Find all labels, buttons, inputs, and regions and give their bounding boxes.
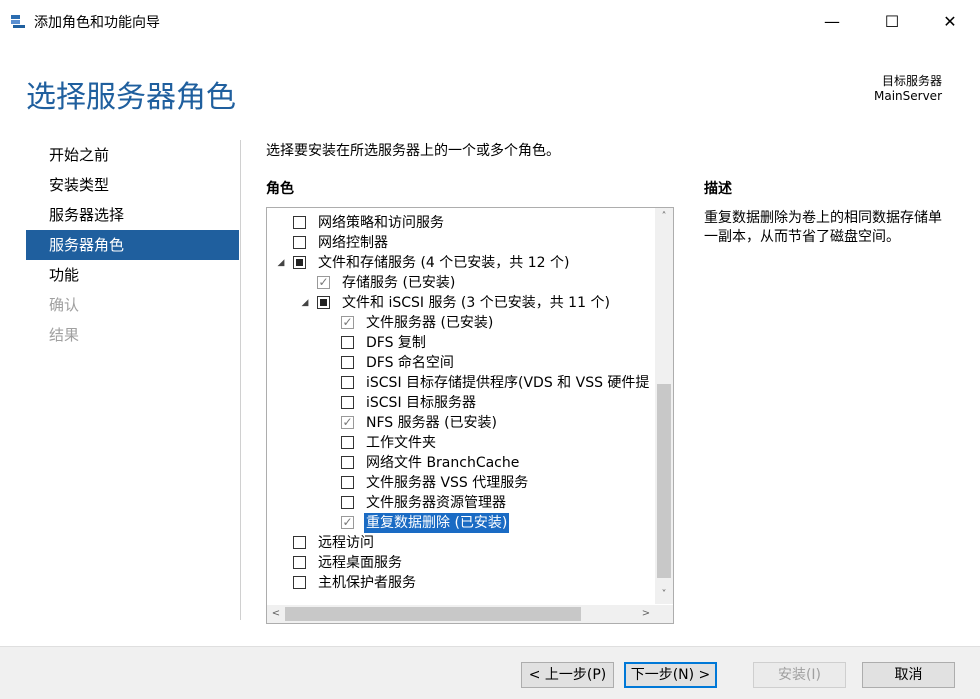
role-label: 网络控制器 xyxy=(318,235,388,251)
expander-icon[interactable]: ◢ xyxy=(299,293,311,313)
server-manager-icon xyxy=(11,15,25,28)
role-row[interactable]: ✓ NFS 服务器 (已安装) xyxy=(267,413,655,433)
scroll-down-icon[interactable]: ˅ xyxy=(655,586,673,604)
instruction-text: 选择要安装在所选服务器上的一个或多个角色。 xyxy=(266,143,560,159)
vertical-scrollbar[interactable]: ˄ ˅ xyxy=(655,208,673,604)
role-row[interactable]: ✓ 文件服务器 (已安装) xyxy=(267,313,655,333)
scroll-right-icon[interactable]: > xyxy=(637,605,655,623)
role-label: 文件服务器 (已安装) xyxy=(366,315,494,331)
role-label: 文件服务器 VSS 代理服务 xyxy=(366,475,529,491)
description-header: 描述 xyxy=(704,181,732,197)
role-checkbox[interactable] xyxy=(341,456,354,469)
role-row[interactable]: iSCSI 目标服务器 xyxy=(267,393,655,413)
page-title: 选择服务器角色 xyxy=(26,80,236,115)
title-bar: 添加角色和功能向导 — ☐ ✕ xyxy=(0,0,980,44)
role-label: 文件和 iSCSI 服务 (3 个已安装，共 11 个) xyxy=(342,295,610,311)
role-checkbox[interactable] xyxy=(293,556,306,569)
role-label: iSCSI 目标存储提供程序(VDS 和 VSS 硬件提 xyxy=(366,375,650,391)
role-row[interactable]: ◢ 文件和 iSCSI 服务 (3 个已安装，共 11 个) xyxy=(267,293,655,313)
expander-icon[interactable]: ◢ xyxy=(275,253,287,273)
role-row[interactable]: DFS 复制 xyxy=(267,333,655,353)
role-label: 网络文件 BranchCache xyxy=(366,455,520,471)
next-button[interactable]: 下一步(N) > xyxy=(624,662,717,688)
role-checkbox[interactable] xyxy=(293,536,306,549)
role-row[interactable]: 主机保护者服务 xyxy=(267,573,655,593)
role-checkbox[interactable]: ✓ xyxy=(341,416,354,429)
target-server-value: MainServer xyxy=(874,89,942,103)
footer-bar: < 上一步(P) 下一步(N) > 安装(I) 取消 xyxy=(0,646,980,699)
role-checkbox[interactable] xyxy=(341,496,354,509)
role-label: 远程访问 xyxy=(318,535,374,551)
role-checkbox[interactable]: ✓ xyxy=(317,276,330,289)
role-label: 重复数据删除 (已安装) xyxy=(364,513,510,533)
role-checkbox[interactable] xyxy=(341,356,354,369)
role-label: 主机保护者服务 xyxy=(318,575,416,591)
role-checkbox[interactable] xyxy=(341,436,354,449)
horizontal-scrollbar[interactable]: < > xyxy=(267,605,655,623)
role-row[interactable]: 远程桌面服务 xyxy=(267,553,655,573)
role-label: 文件服务器资源管理器 xyxy=(366,495,506,511)
install-button[interactable]: 安装(I) xyxy=(753,662,846,688)
nav-item: 结果 xyxy=(49,326,80,344)
scroll-corner xyxy=(655,605,673,623)
role-row[interactable]: DFS 命名空间 xyxy=(267,353,655,373)
roles-header: 角色 xyxy=(266,181,294,197)
maximize-button[interactable]: ☐ xyxy=(870,8,914,36)
role-row[interactable]: 网络策略和访问服务 xyxy=(267,213,655,233)
role-checkbox[interactable] xyxy=(341,336,354,349)
role-label: NFS 服务器 (已安装) xyxy=(366,415,497,431)
nav-item[interactable]: 服务器选择 xyxy=(26,200,239,230)
target-server-label: 目标服务器 xyxy=(881,74,942,88)
role-row[interactable]: ◢ 文件和存储服务 (4 个已安装，共 12 个) xyxy=(267,253,655,273)
role-label: DFS 复制 xyxy=(366,335,426,351)
cancel-button[interactable]: 取消 xyxy=(862,662,955,688)
roles-tree[interactable]: 主机保护者服务 远程桌面服务 远程访问 ✓ 重复数据删除 (已安装) 文件服务器资源管理器… xyxy=(266,207,674,624)
nav-item[interactable]: 开始之前 xyxy=(26,140,239,170)
scroll-up-icon[interactable]: ˄ xyxy=(655,208,673,226)
role-checkbox[interactable] xyxy=(293,256,306,269)
role-row[interactable]: ✓ 重复数据删除 (已安装) xyxy=(267,513,655,533)
nav-item[interactable]: 安装类型 xyxy=(26,170,239,200)
scroll-thumb[interactable] xyxy=(657,384,671,578)
role-row[interactable]: 远程访问 xyxy=(267,533,655,553)
role-row[interactable]: 文件服务器资源管理器 xyxy=(267,493,655,513)
role-row[interactable]: 工作文件夹 xyxy=(267,433,655,453)
scroll-left-icon[interactable]: < xyxy=(267,605,285,623)
role-checkbox[interactable] xyxy=(341,476,354,489)
role-label: 存储服务 (已安装) xyxy=(342,275,456,291)
minimize-button[interactable]: — xyxy=(810,8,854,36)
role-label: 远程桌面服务 xyxy=(318,555,402,571)
nav-item[interactable]: 功能 xyxy=(26,260,239,290)
previous-button[interactable]: < 上一步(P) xyxy=(521,662,614,688)
divider xyxy=(240,140,241,620)
description-text: 重复数据删除为卷上的相同数据存储单一副本，从而节省了磁盘空间。 xyxy=(704,210,942,245)
role-row[interactable]: 文件服务器 VSS 代理服务 xyxy=(267,473,655,493)
role-checkbox[interactable] xyxy=(293,236,306,249)
role-label: 文件和存储服务 (4 个已安装，共 12 个) xyxy=(318,255,570,271)
role-label: DFS 命名空间 xyxy=(366,355,454,371)
close-button[interactable]: ✕ xyxy=(928,8,972,36)
role-label: 工作文件夹 xyxy=(366,435,436,451)
hscroll-thumb[interactable] xyxy=(285,607,581,621)
role-checkbox[interactable] xyxy=(341,376,354,389)
wizard-nav: 开始之前 安装类型 服务器选择 服务器角色 功能确认结果 xyxy=(26,140,239,350)
role-checkbox[interactable] xyxy=(317,296,330,309)
nav-item: 确认 xyxy=(49,296,80,314)
role-row[interactable]: iSCSI 目标存储提供程序(VDS 和 VSS 硬件提 xyxy=(267,373,655,393)
role-checkbox[interactable]: ✓ xyxy=(341,516,354,529)
role-row[interactable]: ✓ 存储服务 (已安装) xyxy=(267,273,655,293)
window-title: 添加角色和功能向导 xyxy=(34,15,160,31)
role-checkbox[interactable] xyxy=(341,396,354,409)
role-row[interactable]: 网络文件 BranchCache xyxy=(267,453,655,473)
role-checkbox[interactable] xyxy=(293,216,306,229)
nav-item[interactable]: 服务器角色 xyxy=(26,230,239,260)
role-row[interactable]: 网络控制器 xyxy=(267,233,655,253)
role-checkbox[interactable] xyxy=(293,576,306,589)
role-label: 网络策略和访问服务 xyxy=(318,215,444,231)
role-checkbox[interactable]: ✓ xyxy=(341,316,354,329)
role-label: iSCSI 目标服务器 xyxy=(366,395,477,411)
